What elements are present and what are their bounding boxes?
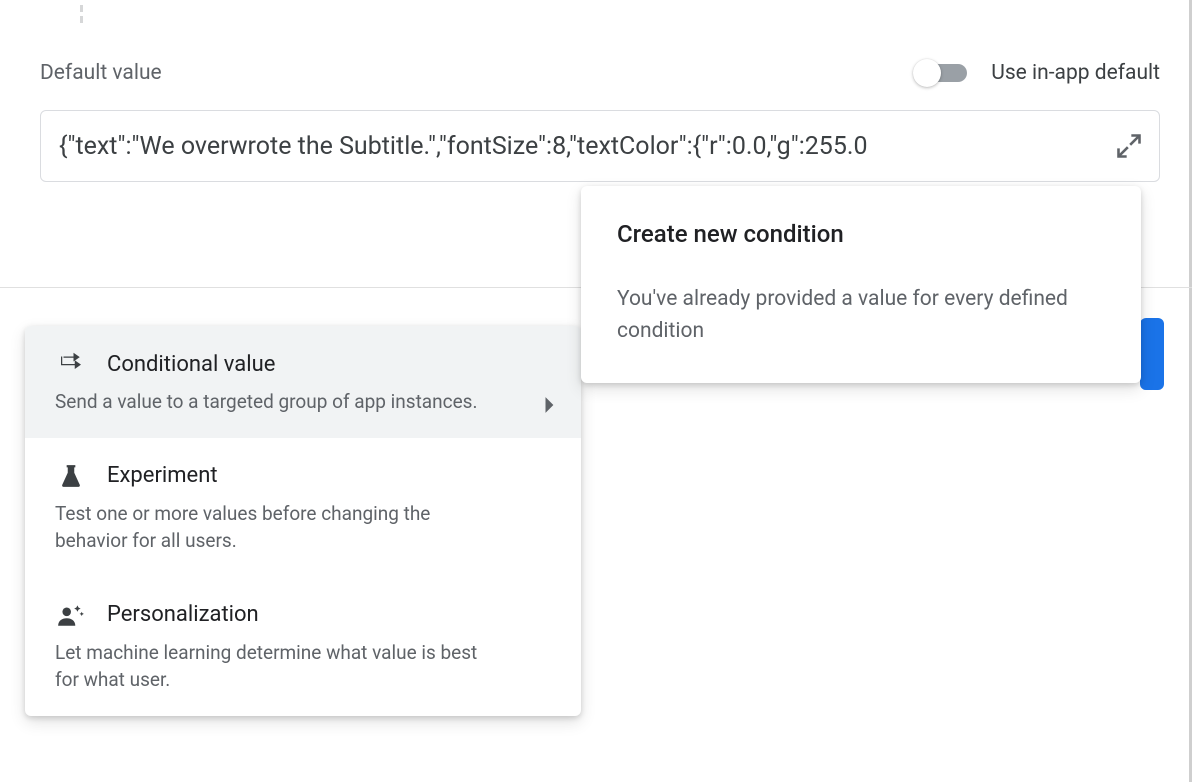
use-in-app-default-toggle-group: Use in-app default (913, 55, 1160, 91)
default-value-input[interactable] (59, 132, 1111, 161)
option-conditional-value[interactable]: Conditional value Send a value to a targ… (25, 326, 581, 438)
use-in-app-default-toggle[interactable] (913, 55, 975, 91)
default-value-header: Default value Use in-app default (40, 55, 1160, 91)
conditional-value-icon (55, 348, 87, 380)
expand-icon[interactable] (1111, 128, 1147, 164)
drag-handle-icon[interactable] (80, 5, 90, 23)
default-value-label: Default value (40, 61, 162, 85)
primary-action-peek (1140, 318, 1164, 390)
option-experiment-desc: Test one or more values before changing … (55, 500, 551, 555)
experiment-icon (55, 460, 87, 492)
option-conditional-desc: Send a value to a targeted group of app … (55, 388, 551, 416)
option-personalization-title: Personalization (107, 602, 259, 627)
default-value-input-container (40, 110, 1160, 182)
add-value-options-menu: Conditional value Send a value to a targ… (25, 326, 581, 716)
option-experiment[interactable]: Experiment Test one or more values befor… (25, 438, 581, 577)
option-experiment-title: Experiment (107, 463, 218, 488)
option-personalization[interactable]: Personalization Let machine learning det… (25, 577, 581, 716)
option-personalization-desc: Let machine learning determine what valu… (55, 639, 551, 694)
use-in-app-default-label: Use in-app default (991, 61, 1160, 85)
create-condition-title: Create new condition (617, 220, 1105, 248)
option-conditional-title: Conditional value (107, 352, 275, 377)
create-condition-desc: You've already provided a value for ever… (617, 284, 1105, 347)
personalization-icon (55, 599, 87, 631)
create-condition-card: Create new condition You've already prov… (581, 186, 1141, 383)
chevron-right-icon (543, 396, 557, 418)
